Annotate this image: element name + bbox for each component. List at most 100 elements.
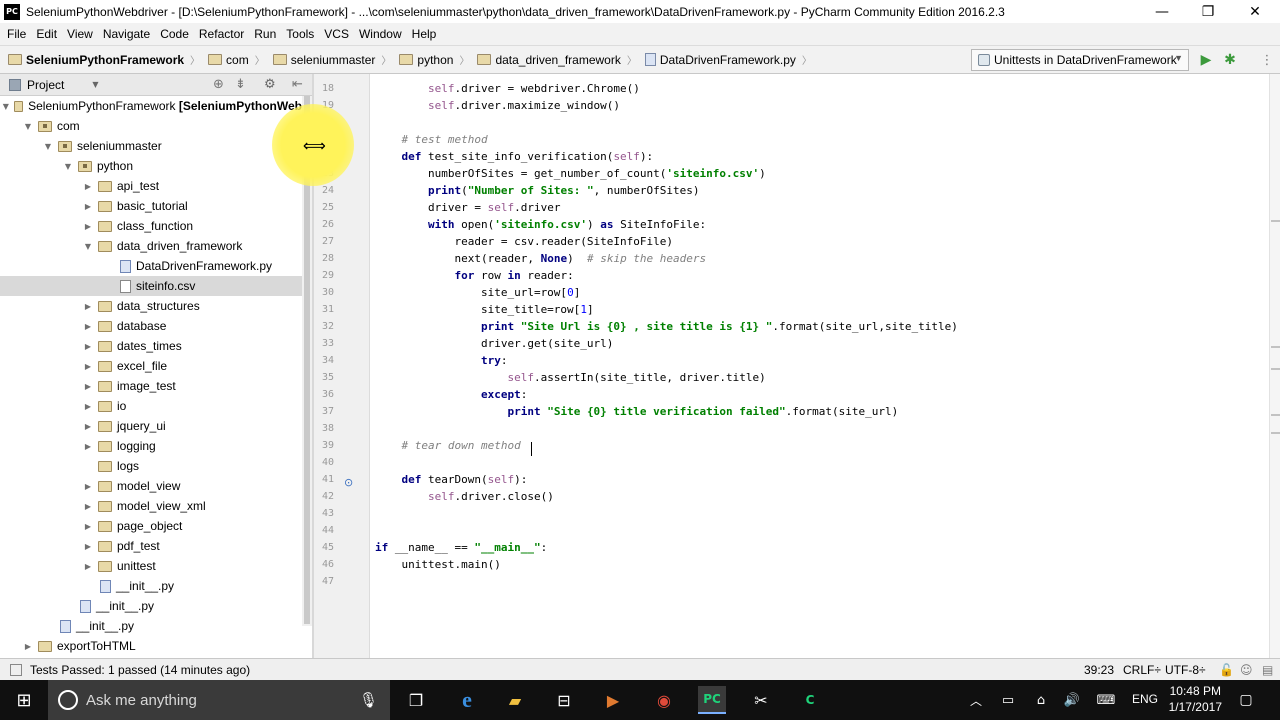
volume-icon[interactable]: 🔊 [1058, 686, 1086, 714]
store-icon[interactable]: ⊟ [550, 686, 578, 714]
run-configuration-select[interactable]: Unittests in DataDrivenFramework ▼ [971, 49, 1189, 71]
breadcrumb-data-driven-framework[interactable]: data_driven_framework 〉 [473, 52, 640, 67]
chevron-down-icon[interactable]: ▼ [2, 102, 10, 111]
event-log-icon[interactable]: ▤ [1262, 663, 1273, 677]
chevron-down-icon[interactable]: ▼ [22, 122, 34, 131]
chevron-right-icon[interactable]: ▶ [82, 402, 94, 411]
code-line[interactable]: try: [375, 354, 508, 367]
tree-node[interactable]: ▶ data_structures [0, 296, 302, 316]
code-line[interactable]: driver = self.driver [375, 201, 560, 214]
code-line[interactable]: def test_site_info_verification(self): [375, 150, 654, 163]
tree-node[interactable]: ▶ class_function [0, 216, 302, 236]
menu-view[interactable]: View [62, 27, 98, 41]
minimize-button[interactable]: — [1139, 0, 1185, 23]
chevron-right-icon[interactable]: ▶ [82, 182, 94, 191]
snipping-tool-icon[interactable]: ✂ [747, 686, 775, 714]
tree-node[interactable]: __init__.py [0, 616, 302, 636]
chevron-right-icon[interactable]: ▶ [82, 502, 94, 511]
tree-node[interactable]: logs [0, 456, 302, 476]
tree-node[interactable]: ▼ com [0, 116, 302, 136]
tree-node[interactable]: DataDrivenFramework.py [0, 256, 302, 276]
maximize-button[interactable]: ❐ [1185, 0, 1231, 23]
network-icon[interactable]: ⌂ [1027, 686, 1055, 714]
editor-error-stripe[interactable] [1269, 74, 1280, 658]
tree-node[interactable]: ▼ SeleniumPythonFramework [SeleniumPython… [0, 96, 302, 116]
tool-window-toggle-icon[interactable] [10, 663, 22, 676]
media-player-icon[interactable]: ▶ [599, 686, 627, 714]
dropdown-arrow-icon[interactable]: ▼ [92, 80, 98, 89]
chrome-icon[interactable]: ◉ [650, 686, 678, 714]
code-line[interactable]: except: [375, 388, 527, 401]
menu-tools[interactable]: Tools [281, 27, 319, 41]
chevron-right-icon[interactable]: ▶ [82, 422, 94, 431]
menu-help[interactable]: Help [407, 27, 442, 41]
tree-node[interactable]: __init__.py [0, 576, 302, 596]
code-line[interactable]: reader = csv.reader(SiteInfoFile) [375, 235, 673, 248]
task-view-icon[interactable]: ❐ [402, 686, 430, 714]
chevron-right-icon[interactable]: ▶ [82, 222, 94, 231]
code-line[interactable]: if __name__ == "__main__": [375, 541, 547, 554]
chevron-right-icon[interactable]: ▶ [82, 362, 94, 371]
notifications-icon[interactable]: ▢ [1232, 686, 1260, 714]
chevron-down-icon[interactable]: ▼ [42, 142, 54, 151]
code-line[interactable]: site_title=row[1] [375, 303, 594, 316]
override-marker-icon[interactable]: ⊙ [344, 476, 353, 489]
tree-node[interactable]: ▶ model_view_xml [0, 496, 302, 516]
cortana-search-box[interactable]: Ask me anything 🎙 [48, 680, 390, 720]
code-line[interactable]: print "Site {0} title verification faile… [375, 405, 898, 418]
chevron-right-icon[interactable]: ▶ [82, 322, 94, 331]
gear-icon[interactable]: ⚙ [264, 77, 276, 92]
overflow-icon[interactable]: ⋮ [1258, 51, 1276, 69]
code-line[interactable]: self.driver = webdriver.Chrome() [375, 82, 640, 95]
menu-edit[interactable]: Edit [31, 27, 62, 41]
chevron-right-icon[interactable]: ▶ [22, 642, 34, 651]
tree-node[interactable]: ▶ model_view [0, 476, 302, 496]
debug-icon[interactable]: ✱ [1221, 51, 1239, 69]
menu-refactor[interactable]: Refactor [194, 27, 249, 41]
tree-node[interactable]: ▶ database [0, 316, 302, 336]
tree-node[interactable]: ▶ logging [0, 436, 302, 456]
code-line[interactable]: self.driver.maximize_window() [375, 99, 620, 112]
language-indicator[interactable]: ENG [1132, 692, 1158, 706]
file-explorer-icon[interactable]: ▰ [501, 686, 529, 714]
breadcrumb-project[interactable]: SeleniumPythonFramework 〉 [4, 52, 204, 67]
windows-start-icon[interactable]: ⊞ [10, 686, 38, 714]
breadcrumb-com[interactable]: com 〉 [204, 52, 269, 67]
code-line[interactable]: def tearDown(self): [375, 473, 528, 486]
chevron-right-icon[interactable]: ▶ [82, 542, 94, 551]
breadcrumb-python[interactable]: python 〉 [395, 52, 473, 67]
menu-run[interactable]: Run [249, 27, 281, 41]
breadcrumb-seleniummaster[interactable]: seleniummaster 〉 [269, 52, 396, 67]
system-clock[interactable]: 10:48 PM 1/17/2017 [1169, 683, 1222, 715]
tree-node[interactable]: ▼ data_driven_framework [0, 236, 302, 256]
code-line[interactable]: # tear down method [375, 439, 521, 452]
lock-icon[interactable]: 🔓 [1219, 663, 1234, 677]
microphone-icon[interactable]: 🎙 [359, 691, 378, 709]
battery-icon[interactable]: ▭ [994, 686, 1022, 714]
tree-node[interactable]: ▶ io [0, 396, 302, 416]
code-line[interactable]: self.assertIn(site_title, driver.title) [375, 371, 765, 384]
project-panel-title[interactable]: Project [27, 78, 64, 92]
collapse-all-icon[interactable]: ⇟ [235, 77, 246, 92]
chevron-right-icon[interactable]: ▶ [82, 202, 94, 211]
tree-node[interactable]: ▶ api_test [0, 176, 302, 196]
tree-node[interactable]: __init__.py [0, 596, 302, 616]
tree-node[interactable]: ▶ image_test [0, 376, 302, 396]
menu-code[interactable]: Code [155, 27, 194, 41]
tree-node[interactable]: ▶ basic_tutorial [0, 196, 302, 216]
tree-node[interactable]: ▼ seleniummaster [0, 136, 302, 156]
hide-panel-icon[interactable]: ⇤ [292, 77, 303, 92]
test-status-message[interactable]: Tests Passed: 1 passed (14 minutes ago) [30, 663, 250, 677]
menu-file[interactable]: File [2, 27, 31, 41]
chevron-down-icon[interactable]: ▼ [62, 162, 74, 171]
line-separator[interactable]: CRLF÷ [1123, 663, 1161, 677]
chevron-right-icon[interactable]: ▶ [82, 482, 94, 491]
code-line[interactable]: driver.get(site_url) [375, 337, 613, 350]
tree-node[interactable]: ▶ dates_times [0, 336, 302, 356]
file-encoding[interactable]: UTF-8÷ [1165, 663, 1206, 677]
chevron-right-icon[interactable]: ▶ [82, 302, 94, 311]
menu-vcs[interactable]: VCS [319, 27, 354, 41]
tree-node[interactable]: siteinfo.csv [0, 276, 302, 296]
menu-navigate[interactable]: Navigate [98, 27, 155, 41]
sync-icon[interactable]: ⊕ [213, 77, 224, 92]
